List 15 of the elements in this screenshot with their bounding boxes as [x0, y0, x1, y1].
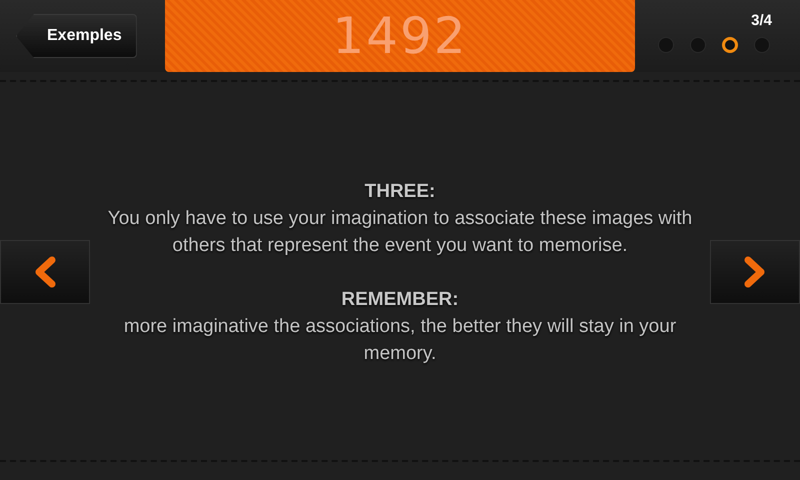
chevron-left-icon: [33, 256, 57, 288]
next-button[interactable]: [710, 240, 800, 304]
chevron-right-icon: [743, 256, 767, 288]
section-heading: THREE:: [364, 180, 436, 204]
previous-button[interactable]: [0, 240, 90, 304]
section-text: more imaginative the associations, the better they will stay in your memory.: [122, 314, 678, 366]
page-dot[interactable]: [658, 37, 674, 53]
year-banner: 1492: [165, 0, 635, 72]
page-dot[interactable]: [690, 37, 706, 53]
section-text: You only have to use your imagination to associate these images with others that represent the event you want to memorise.: [106, 206, 694, 258]
section-heading: REMEMBER:: [341, 288, 459, 312]
page-dot[interactable]: [754, 37, 770, 53]
back-button[interactable]: Exemples: [16, 14, 137, 58]
page-dot[interactable]: [722, 37, 738, 53]
page-counter: 3/4: [751, 12, 772, 29]
